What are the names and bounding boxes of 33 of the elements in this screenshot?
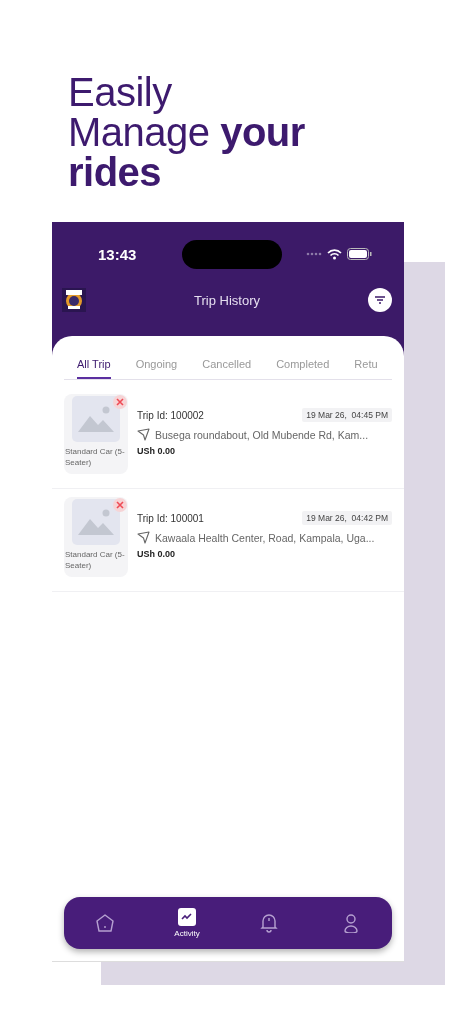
activity-icon[interactable] bbox=[178, 908, 196, 926]
trip-fare: USh 0.00 bbox=[137, 549, 177, 559]
tab[interactable]: Cancelled bbox=[202, 354, 252, 379]
wifi-icon bbox=[327, 248, 342, 260]
close-icon[interactable] bbox=[113, 498, 127, 512]
headline: Easily Manage your rides bbox=[68, 69, 305, 192]
signal-icon bbox=[306, 252, 322, 256]
filter-icon bbox=[375, 296, 385, 304]
bell-icon[interactable] bbox=[260, 913, 278, 933]
screen-title: Trip History bbox=[194, 292, 260, 308]
close-icon[interactable] bbox=[113, 395, 127, 409]
trip-id: Trip Id: 100001 bbox=[137, 512, 204, 524]
status-time: 13:43 bbox=[98, 245, 138, 263]
navigation-icon bbox=[137, 428, 150, 441]
navigation-icon bbox=[137, 531, 150, 544]
tab[interactable]: All Trip bbox=[77, 354, 111, 379]
trip-date: 19 Mar 26, 04:45 PM bbox=[302, 408, 392, 422]
vehicle-type: Standard Car (5-Seater) bbox=[65, 446, 126, 468]
logo-icon bbox=[62, 288, 86, 312]
tab[interactable]: Ongoing bbox=[135, 354, 178, 379]
tab[interactable]: Completed bbox=[276, 354, 330, 379]
tab[interactable]: Retu bbox=[354, 354, 378, 379]
trip-fare: USh 0.00 bbox=[137, 446, 177, 456]
profile-icon[interactable] bbox=[343, 913, 359, 933]
trip-address: Kawaala Health Center, Road, Kampala, Uga... bbox=[155, 531, 375, 544]
battery-icon bbox=[347, 248, 372, 260]
trip-date: 19 Mar 26, 04:42 PM bbox=[302, 511, 392, 525]
trip-id: Trip Id: 100002 bbox=[137, 409, 204, 421]
nav-label[interactable]: Activity bbox=[174, 929, 200, 938]
trip-address: Busega roundabout, Old Mubende Rd, Kam... bbox=[155, 428, 369, 441]
home-icon[interactable] bbox=[95, 913, 115, 933]
vehicle-type: Standard Car (5-Seater) bbox=[65, 549, 126, 571]
filter-button[interactable] bbox=[368, 288, 392, 312]
